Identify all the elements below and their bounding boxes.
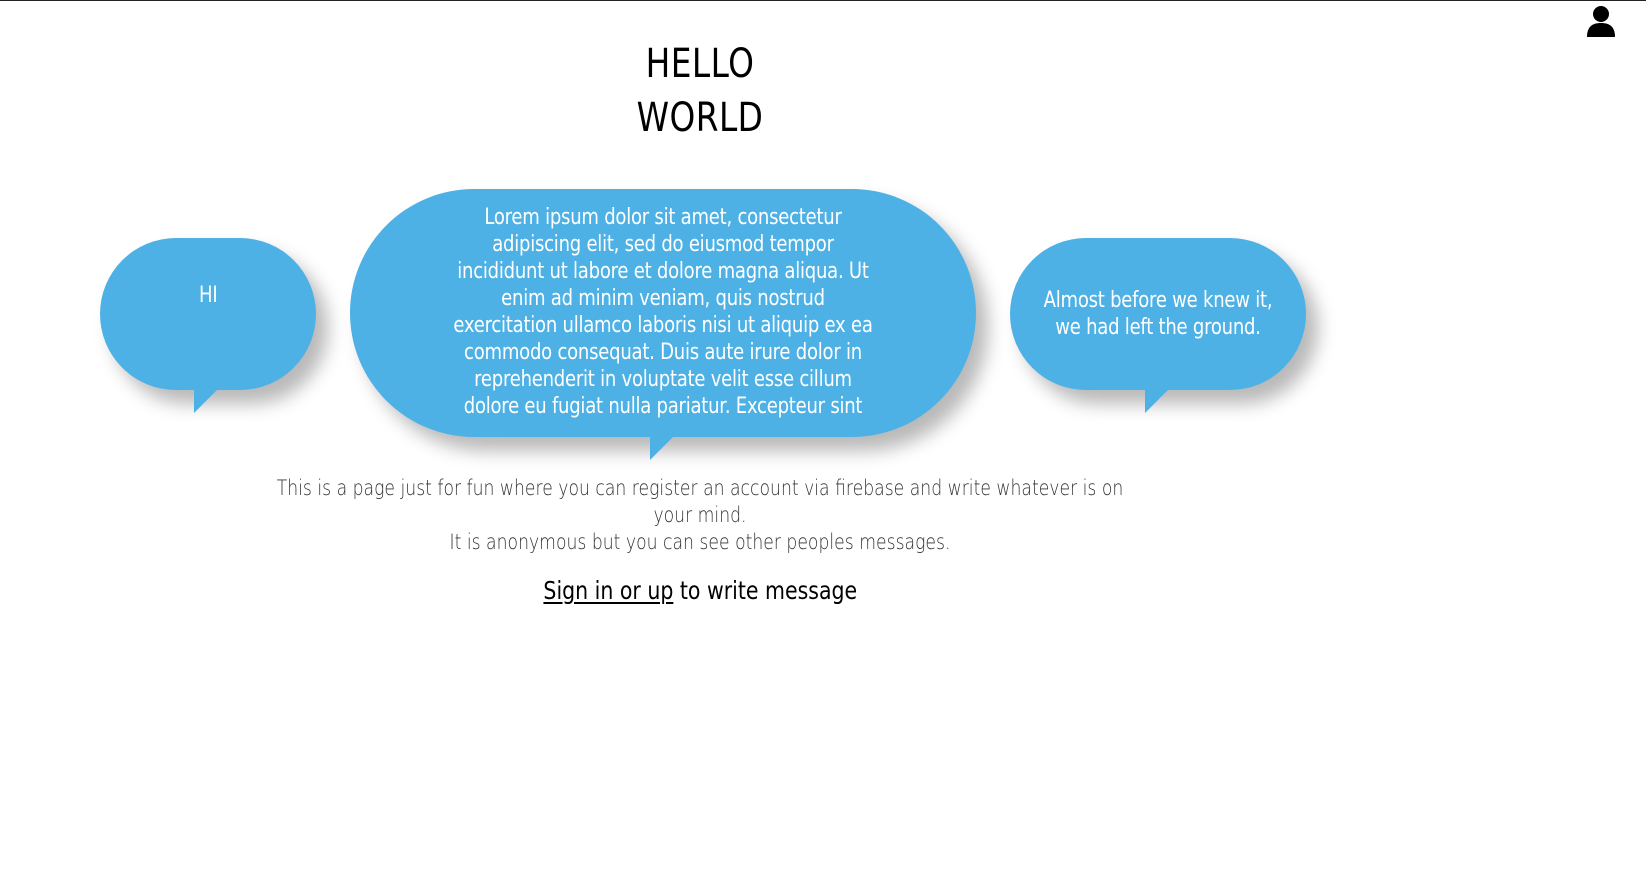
speech-bubble-tail [650, 435, 675, 460]
speech-bubble-text: Almost before we knew it, we had left th… [1043, 288, 1273, 340]
signin-prompt: Sign in or up to write message [450, 576, 950, 605]
user-account-icon[interactable] [1587, 5, 1615, 37]
title-line-2: WORLD [636, 95, 764, 141]
speech-bubble-tail [1145, 388, 1170, 413]
page-title: HELLO WORLD [577, 37, 823, 145]
speech-bubble-tail [194, 388, 219, 413]
title-line-1: HELLO [645, 41, 755, 87]
description-line-1: This is a page just for fun where you ca… [276, 476, 1124, 527]
speech-bubble-almost: Almost before we knew it, we had left th… [1010, 238, 1306, 413]
speech-bubble-text: Lorem ipsum dolor sit amet, consectetur … [453, 205, 873, 419]
page-description: This is a page just for fun where you ca… [170, 475, 1230, 556]
speech-bubble-text: HI [198, 282, 218, 308]
speech-bubble-hi: HI [100, 238, 316, 413]
signin-suffix: to write message [673, 576, 857, 605]
signin-link[interactable]: Sign in or up [543, 576, 673, 605]
signin-prompt-inner: Sign in or up to write message [543, 576, 857, 605]
speech-bubble-lorem: Lorem ipsum dolor sit amet, consectetur … [350, 189, 976, 460]
page: HELLO WORLD HI Lorem ipsum dolor sit ame… [0, 0, 1646, 873]
description-line-2: It is anonymous but you can see other pe… [449, 530, 951, 554]
